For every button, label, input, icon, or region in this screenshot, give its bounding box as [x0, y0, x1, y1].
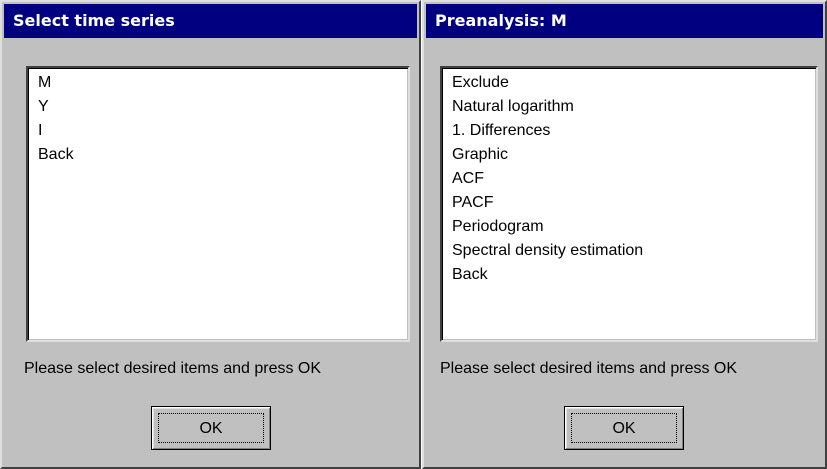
preanalysis-dialog: Preanalysis: M Exclude Natural logarithm… — [422, 0, 827, 469]
list-item[interactable]: M — [38, 71, 408, 95]
list-item[interactable]: Periodogram — [452, 215, 816, 239]
dialog-title: Select time series — [4, 4, 417, 38]
list-item[interactable]: Exclude — [452, 71, 816, 95]
list-item[interactable]: Spectral density estimation — [452, 239, 816, 263]
instruction-text: Please select desired items and press OK — [24, 360, 322, 377]
instruction-text: Please select desired items and press OK — [440, 360, 738, 377]
list-item[interactable]: I — [38, 119, 408, 143]
list-item[interactable]: ACF — [452, 167, 816, 191]
ok-button[interactable]: OK — [564, 406, 684, 450]
preanalysis-options-listbox[interactable]: Exclude Natural logarithm 1. Differences… — [440, 66, 818, 342]
list-item[interactable]: Graphic — [452, 143, 816, 167]
select-time-series-dialog: Select time series M Y I Back Please sel… — [0, 0, 421, 469]
list-item[interactable]: Back — [38, 143, 408, 167]
list-item[interactable]: PACF — [452, 191, 816, 215]
list-item[interactable]: Y — [38, 95, 408, 119]
ok-button-label: OK — [571, 413, 677, 443]
list-item[interactable]: 1. Differences — [452, 119, 816, 143]
time-series-listbox[interactable]: M Y I Back — [26, 66, 410, 342]
ok-button[interactable]: OK — [151, 406, 271, 450]
dialog-title: Preanalysis: M — [426, 4, 823, 38]
list-item[interactable]: Natural logarithm — [452, 95, 816, 119]
list-item[interactable]: Back — [452, 263, 816, 287]
ok-button-label: OK — [158, 413, 264, 443]
